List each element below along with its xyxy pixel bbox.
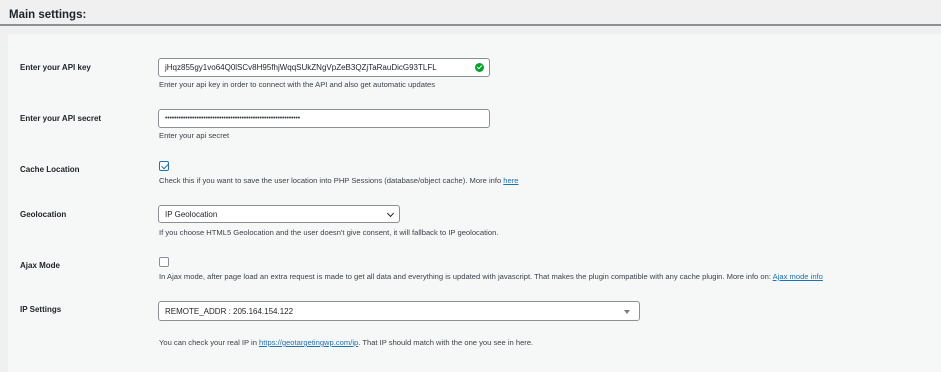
api-key-value: jHqz855gy1vo64Q0lSCv8H95fhjWqqSUkZNgVpZe… — [165, 63, 437, 72]
api-key-label: Enter your API key — [20, 63, 91, 72]
geolocation-select[interactable]: IP Geolocation — [158, 205, 400, 223]
chevron-down-icon — [386, 209, 395, 218]
api-secret-description: Enter your api secret — [159, 131, 230, 140]
ip-settings-description-pre: You can check your real IP in — [159, 338, 260, 347]
cache-location-info-link[interactable]: here — [503, 176, 518, 185]
api-secret-input[interactable]: ••••••••••••••••••••••••••••••••••••••••… — [158, 109, 490, 128]
page-title: Main settings: — [9, 9, 87, 21]
ajax-mode-checkbox[interactable] — [159, 257, 169, 267]
ajax-mode-description-text: In Ajax mode, after page load an extra r… — [159, 272, 773, 281]
cache-location-checkbox[interactable] — [159, 161, 169, 171]
ip-settings-selected-value: REMOTE_ADDR : 205.164.154.122 — [165, 307, 294, 316]
api-key-input[interactable]: jHqz855gy1vo64Q0lSCv8H95fhjWqqSUkZNgVpZe… — [158, 58, 490, 77]
geolocation-selected-value: IP Geolocation — [165, 210, 218, 219]
api-secret-value: ••••••••••••••••••••••••••••••••••••••••… — [165, 115, 301, 122]
ajax-mode-info-link[interactable]: Ajax mode info — [773, 272, 823, 281]
ip-settings-label: IP Settings — [20, 305, 62, 314]
caret-down-icon — [624, 310, 630, 314]
ip-check-link[interactable]: https://geotargetingwp.com/ip — [259, 338, 358, 347]
cache-location-description-text: Check this if you want to save the user … — [159, 176, 504, 185]
check-circle-icon — [475, 63, 484, 72]
header-bar: Main settings: — [0, 0, 941, 26]
api-key-description: Enter your api key in order to connect w… — [159, 80, 436, 89]
geolocation-description: If you choose HTML5 Geolocation and the … — [159, 228, 499, 237]
ip-settings-description-post: . That IP should match with the one you … — [358, 338, 534, 347]
cache-location-label: Cache Location — [20, 165, 80, 174]
geolocation-label: Geolocation — [20, 210, 67, 219]
api-secret-label: Enter your API secret — [20, 114, 102, 123]
settings-panel — [8, 34, 941, 372]
ip-settings-description: You can check your real IP in https://ge… — [159, 338, 533, 347]
cache-location-description: Check this if you want to save the user … — [159, 176, 519, 185]
ajax-mode-description: In Ajax mode, after page load an extra r… — [159, 272, 823, 281]
ajax-mode-label: Ajax Mode — [20, 261, 61, 270]
ip-settings-select[interactable]: REMOTE_ADDR : 205.164.154.122 — [158, 301, 640, 321]
